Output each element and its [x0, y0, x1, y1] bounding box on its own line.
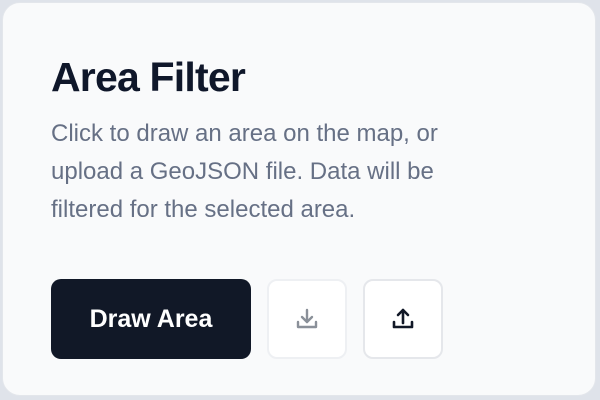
- draw-area-button[interactable]: Draw Area: [51, 279, 251, 359]
- action-bar: Draw Area: [51, 279, 443, 359]
- upload-icon: [389, 305, 417, 333]
- panel-title: Area Filter: [51, 54, 246, 100]
- download-button[interactable]: [267, 279, 347, 359]
- area-filter-card: Area Filter Click to draw an area on the…: [2, 2, 596, 396]
- download-icon: [293, 305, 321, 333]
- panel-description: Click to draw an area on the map, or upl…: [51, 120, 438, 223]
- upload-button[interactable]: [363, 279, 443, 359]
